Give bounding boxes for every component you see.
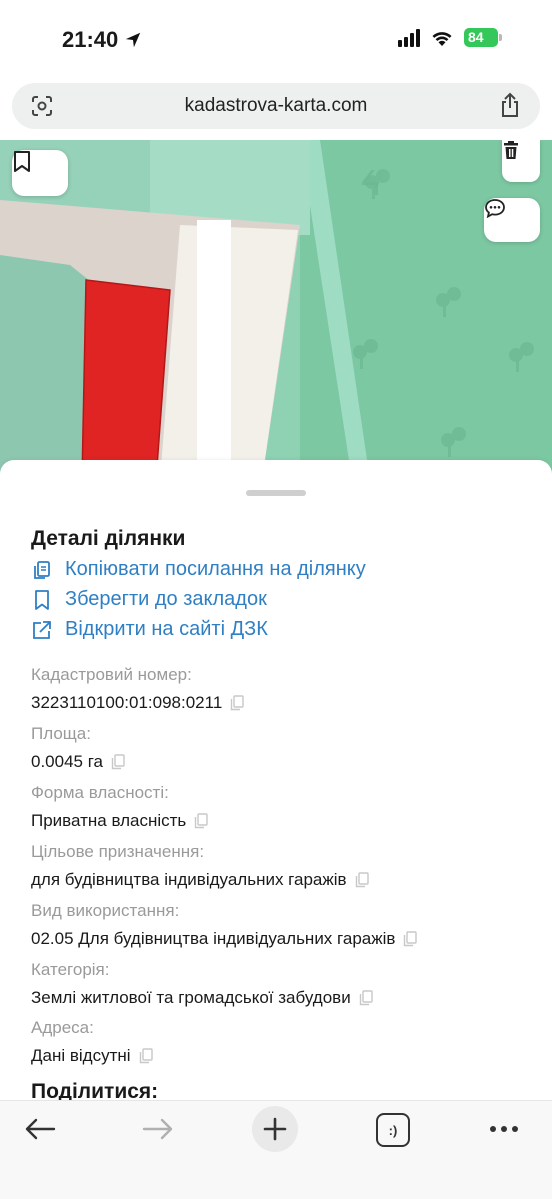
arrow-left-icon bbox=[25, 1118, 56, 1140]
map-bookmark-button[interactable] bbox=[12, 150, 68, 196]
usage-type-text: 02.05 Для будівництва індивідуальних гар… bbox=[31, 929, 396, 948]
category-label: Категорія: bbox=[31, 960, 110, 979]
purpose-label: Цільове призначення: bbox=[31, 842, 205, 861]
copy-icon[interactable] bbox=[403, 931, 418, 947]
area-value: 0.0045 га bbox=[31, 752, 125, 772]
address-text: Дані відсутні bbox=[31, 1046, 131, 1065]
copy-icon[interactable] bbox=[359, 990, 373, 1006]
save-bookmark-action[interactable]: Зберегти до закладок bbox=[31, 588, 267, 611]
battery-level: 84 bbox=[464, 28, 498, 47]
back-button[interactable] bbox=[20, 1109, 60, 1149]
battery-cap bbox=[499, 34, 502, 41]
category-text: Землі житлової та громадської забудови bbox=[31, 988, 351, 1007]
forward-button[interactable] bbox=[138, 1109, 178, 1149]
map-canvas[interactable]: ᔦ bbox=[0, 140, 552, 480]
copy-icon[interactable] bbox=[111, 754, 125, 770]
area-text: 0.0045 га bbox=[31, 752, 104, 771]
cadastral-number-label: Кадастровий номер: bbox=[31, 665, 192, 684]
usage-type-label: Вид використання: bbox=[31, 901, 180, 920]
new-tab-button[interactable] bbox=[252, 1106, 298, 1152]
share-icon[interactable] bbox=[498, 92, 522, 118]
address-label: Адреса: bbox=[31, 1018, 94, 1037]
bookmark-icon bbox=[35, 589, 49, 610]
copy-icon[interactable] bbox=[139, 1048, 153, 1064]
chat-bubble-icon bbox=[485, 199, 505, 218]
status-time: 21:40 bbox=[62, 27, 119, 52]
copy-parcel-link-action[interactable]: Копіювати посилання на ділянку bbox=[31, 558, 366, 581]
bookmark-icon bbox=[14, 151, 30, 172]
copy-icon[interactable] bbox=[355, 872, 369, 888]
status-time-group: 21:40 bbox=[62, 27, 142, 53]
plus-icon bbox=[263, 1117, 287, 1141]
tabs-button[interactable]: :) bbox=[376, 1113, 410, 1147]
status-indicators: 84 bbox=[398, 28, 502, 47]
location-arrow-icon bbox=[126, 32, 141, 48]
save-bookmark-label[interactable]: Зберегти до закладок bbox=[65, 588, 267, 611]
external-link-icon bbox=[33, 620, 51, 639]
ownership-label: Форма власності: bbox=[31, 783, 169, 802]
wifi-icon bbox=[432, 31, 452, 46]
open-dzk-action[interactable]: Відкрити на сайті ДЗК bbox=[31, 618, 268, 641]
status-bar: 21:40 84 bbox=[0, 0, 552, 80]
battery-indicator: 84 bbox=[464, 28, 502, 47]
ownership-text: Приватна власність bbox=[31, 811, 187, 830]
feedback-button[interactable] bbox=[484, 198, 540, 242]
more-menu-button[interactable] bbox=[484, 1109, 524, 1149]
sheet-drag-handle[interactable] bbox=[246, 490, 306, 496]
sheet-title: Деталі ділянки bbox=[31, 527, 186, 550]
arrow-right-icon bbox=[142, 1118, 173, 1140]
open-dzk-label[interactable]: Відкрити на сайті ДЗК bbox=[65, 618, 268, 641]
cadastral-map[interactable]: ᔦ bbox=[0, 140, 552, 480]
browser-toolbar: :) bbox=[0, 1100, 552, 1199]
purpose-text: для будівництва індивідуальних гаражів bbox=[31, 870, 347, 889]
url-text[interactable]: kadastrova-karta.com bbox=[12, 83, 540, 129]
copy-parcel-link-label[interactable]: Копіювати посилання на ділянку bbox=[65, 558, 366, 581]
purpose-value: для будівництва індивідуальних гаражів bbox=[31, 870, 369, 890]
map-delete-button[interactable] bbox=[502, 140, 540, 182]
copy-icon[interactable] bbox=[230, 695, 244, 711]
address-bar[interactable]: kadastrova-karta.com bbox=[12, 83, 540, 129]
category-value: Землі житлової та громадської забудови bbox=[31, 988, 373, 1008]
area-label: Площа: bbox=[31, 724, 91, 743]
usage-type-value: 02.05 Для будівництва індивідуальних гар… bbox=[31, 929, 418, 949]
copy-icon[interactable] bbox=[194, 813, 208, 829]
trash-icon bbox=[504, 141, 518, 159]
more-dots-icon bbox=[490, 1126, 518, 1132]
copy-link-icon bbox=[34, 560, 50, 579]
address-value: Дані відсутні bbox=[31, 1046, 153, 1066]
cadastral-number-value: 3223110100:01:098:0211 bbox=[31, 693, 244, 713]
cellular-signal-icon bbox=[398, 28, 420, 47]
ownership-value: Приватна власність bbox=[31, 811, 208, 831]
parcel-details-sheet: Деталі ділянки Копіювати посилання на ді… bbox=[0, 460, 552, 1110]
cadastral-number-text: 3223110100:01:098:0211 bbox=[31, 693, 223, 712]
